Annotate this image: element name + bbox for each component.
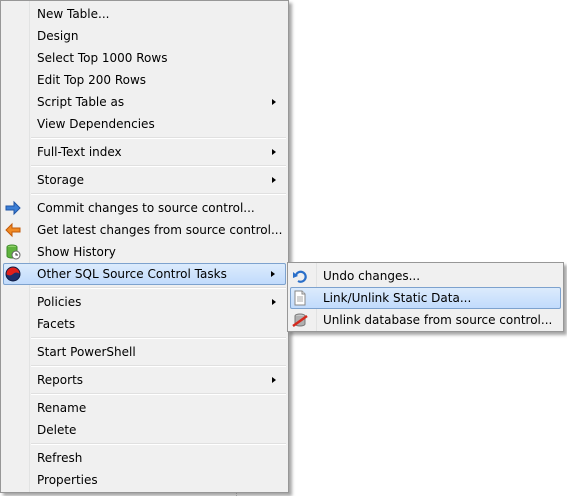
menu-item-delete[interactable]: Delete — [1, 419, 288, 441]
submenu-arrow-icon — [272, 99, 276, 105]
menu-item-label: Refresh — [37, 451, 83, 465]
menu-item-refresh[interactable]: Refresh — [1, 447, 288, 469]
menu-item-script-table-as[interactable]: Script Table as — [1, 91, 288, 113]
menu-item-label: Design — [37, 29, 79, 43]
menu-item-label: Commit changes to source control... — [37, 201, 255, 215]
menu-item-storage[interactable]: Storage — [1, 169, 288, 191]
source-control-submenu: Undo changes... Link/Unlink Static Data.… — [287, 262, 564, 332]
history-database-icon — [6, 244, 21, 260]
menu-item-policies[interactable]: Policies — [1, 291, 288, 313]
menu-item-design[interactable]: Design — [1, 25, 288, 47]
submenu-arrow-icon — [271, 271, 275, 277]
menu-item-label: Script Table as — [37, 95, 125, 109]
menu-item-label: Select Top 1000 Rows — [37, 51, 168, 65]
menu-item-label: Reports — [37, 373, 84, 387]
menu-item-label: Facets — [37, 317, 76, 331]
menu-item-get-latest[interactable]: Get latest changes from source control..… — [1, 219, 288, 241]
menu-item-label: Rename — [37, 401, 87, 415]
menu-item-start-powershell[interactable]: Start PowerShell — [1, 341, 288, 363]
document-icon — [294, 290, 306, 306]
menu-item-label: Properties — [37, 473, 98, 487]
menu-item-other-sql-source-control-tasks[interactable]: Other SQL Source Control Tasks — [3, 263, 286, 285]
submenu-item-unlink-database[interactable]: Unlink database from source control... — [288, 309, 563, 331]
submenu-item-link-unlink-static-data[interactable]: Link/Unlink Static Data... — [290, 287, 561, 309]
unlink-database-icon — [292, 313, 308, 328]
menu-item-select-top-rows[interactable]: Select Top 1000 Rows — [1, 47, 288, 69]
commit-arrow-icon — [5, 200, 21, 216]
submenu-item-label: Unlink database from source control... — [323, 313, 553, 327]
menu-item-label: New Table... — [37, 7, 110, 21]
menu-item-full-text-index[interactable]: Full-Text index — [1, 141, 288, 163]
menu-item-label: Other SQL Source Control Tasks — [37, 267, 227, 281]
menu-item-label: Show History — [37, 245, 116, 259]
menu-item-label: Start PowerShell — [37, 345, 136, 359]
menu-item-new-table[interactable]: New Table... — [1, 3, 288, 25]
menu-item-commit-changes[interactable]: Commit changes to source control... — [1, 197, 288, 219]
menu-item-label: Storage — [37, 173, 84, 187]
menu-item-facets[interactable]: Facets — [1, 313, 288, 335]
menu-item-reports[interactable]: Reports — [1, 369, 288, 391]
submenu-arrow-icon — [272, 177, 276, 183]
get-latest-arrow-icon — [5, 222, 21, 238]
menu-item-label: Get latest changes from source control..… — [37, 223, 283, 237]
menu-item-properties[interactable]: Properties — [1, 469, 288, 491]
menu-item-view-dependencies[interactable]: View Dependencies — [1, 113, 288, 135]
context-menu: New Table... Design Select Top 1000 Rows… — [0, 0, 289, 493]
submenu-arrow-icon — [272, 149, 276, 155]
submenu-arrow-icon — [272, 377, 276, 383]
menu-item-edit-top-rows[interactable]: Edit Top 200 Rows — [1, 69, 288, 91]
menu-item-show-history[interactable]: Show History — [1, 241, 288, 263]
undo-icon — [293, 270, 307, 283]
menu-item-rename[interactable]: Rename — [1, 397, 288, 419]
menu-item-label: Delete — [37, 423, 77, 437]
submenu-item-undo-changes[interactable]: Undo changes... — [288, 265, 563, 287]
redgate-logo-icon — [5, 266, 21, 282]
menu-item-label: Policies — [37, 295, 82, 309]
menu-item-label: Full-Text index — [37, 145, 122, 159]
submenu-item-label: Link/Unlink Static Data... — [323, 291, 472, 305]
menu-item-label: Edit Top 200 Rows — [37, 73, 147, 87]
menu-item-label: View Dependencies — [37, 117, 155, 131]
submenu-item-label: Undo changes... — [323, 269, 421, 283]
submenu-arrow-icon — [272, 299, 276, 305]
